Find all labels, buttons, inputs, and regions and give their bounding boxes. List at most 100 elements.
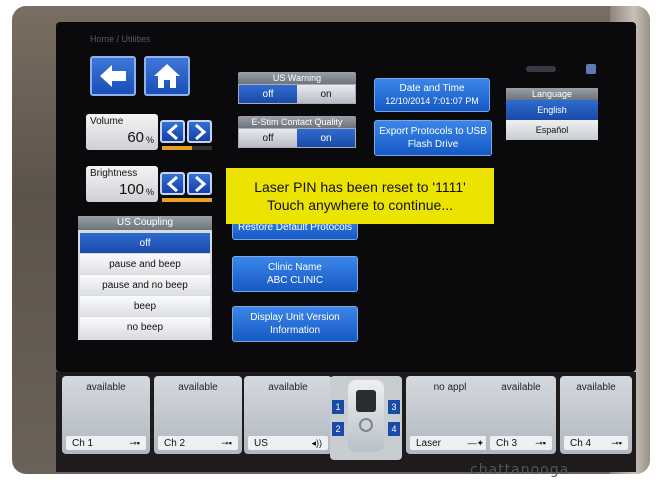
holder-button-1[interactable]: 1 bbox=[332, 400, 344, 414]
banner-line1: Laser PIN has been reset to '1111' bbox=[254, 179, 466, 195]
electrode-icon: ⊸▪ bbox=[535, 437, 546, 448]
home-button[interactable] bbox=[144, 56, 190, 96]
us-coupling-option[interactable]: off bbox=[80, 233, 210, 253]
channel-status: available bbox=[501, 382, 541, 393]
version-info-button[interactable]: Display Unit Version Information bbox=[232, 306, 358, 342]
channel-footer: Ch 2 ⊸▪ bbox=[158, 436, 238, 450]
channel-name: Laser bbox=[416, 437, 442, 449]
brightness-display: Brightness 100 % bbox=[86, 166, 158, 202]
channel-name: Ch 3 bbox=[496, 437, 518, 449]
volume-display: Volume 60 % bbox=[86, 114, 158, 150]
us-coupling-panel: US Coupling off pause and beep pause and n… bbox=[78, 216, 212, 340]
us-coupling-option[interactable]: pause and beep bbox=[80, 254, 210, 274]
back-button[interactable] bbox=[90, 56, 136, 96]
date-time-value: 12/10/2014 7:01:07 PM bbox=[385, 96, 479, 106]
language-option-english[interactable]: English bbox=[506, 100, 598, 120]
channel-name: Ch 2 bbox=[164, 437, 186, 449]
pin-reset-banner[interactable]: Laser PIN has been reset to '1111' Touch… bbox=[226, 168, 494, 224]
electrode-icon: ⊸▪ bbox=[221, 437, 232, 448]
us-warning-control: US Warning off on bbox=[238, 72, 356, 104]
wand-screen bbox=[356, 390, 376, 412]
volume-label: Volume bbox=[90, 116, 124, 127]
language-option-espanol[interactable]: Español bbox=[506, 120, 598, 140]
channel-tile-ch4[interactable]: available Ch 4 ⊸▪ bbox=[560, 376, 632, 454]
holder-button-4[interactable]: 4 bbox=[388, 422, 400, 436]
brightness-decrease-button[interactable] bbox=[160, 172, 185, 195]
holder-button-2[interactable]: 2 bbox=[332, 422, 344, 436]
estim-quality-toggle[interactable]: off on bbox=[238, 128, 356, 148]
back-arrow-icon bbox=[100, 65, 126, 87]
electrode-icon: ⊸▪ bbox=[611, 437, 622, 448]
export-line1: Export Protocols to USB bbox=[379, 126, 487, 137]
date-time-label: Date and Time bbox=[399, 83, 465, 94]
clinic-line2: ABC CLINIC bbox=[266, 275, 324, 286]
chevron-right-icon bbox=[194, 175, 206, 192]
channel-tile-laser[interactable]: no appl Laser —✦ bbox=[406, 376, 494, 454]
brightness-unit: % bbox=[145, 187, 154, 197]
language-panel: Language English Español bbox=[506, 88, 598, 140]
channel-status: available bbox=[268, 382, 308, 393]
brand-logo: chattanooga bbox=[470, 462, 570, 478]
volume-level-bar bbox=[162, 146, 212, 150]
holder-button-3[interactable]: 3 bbox=[388, 400, 400, 414]
volume-decrease-button[interactable] bbox=[160, 120, 185, 143]
channel-status: no appl bbox=[433, 382, 467, 393]
breadcrumb: Home / Utilities bbox=[90, 34, 151, 44]
channel-tile-ch2[interactable]: available Ch 2 ⊸▪ bbox=[154, 376, 242, 454]
estim-quality-off[interactable]: off bbox=[239, 129, 297, 147]
us-warning-off[interactable]: off bbox=[239, 85, 297, 103]
us-coupling-options: off pause and beep pause and no beep beep no… bbox=[78, 230, 212, 340]
brightness-level-fill bbox=[162, 198, 212, 202]
us-warning-toggle[interactable]: off on bbox=[238, 84, 356, 104]
us-coupling-option[interactable]: beep bbox=[80, 296, 210, 316]
channel-footer: US ◂)) bbox=[248, 436, 328, 450]
channel-status: available bbox=[576, 382, 616, 393]
version-line2: Information bbox=[269, 325, 321, 336]
estim-quality-control: E-Stim Contact Quality off on bbox=[238, 116, 356, 148]
channel-footer: Ch 1 ⊸▪ bbox=[66, 436, 146, 450]
ultrasound-icon: ◂)) bbox=[311, 437, 322, 448]
channel-footer: Ch 3 ⊸▪ bbox=[490, 436, 552, 450]
home-icon bbox=[154, 64, 180, 88]
brightness-level-bar bbox=[162, 198, 212, 202]
export-line2: Flash Drive bbox=[407, 139, 459, 150]
us-warning-title: US Warning bbox=[238, 72, 356, 84]
electrode-icon: ⊸▪ bbox=[129, 437, 140, 448]
brightness-increase-button[interactable] bbox=[187, 172, 212, 195]
us-warning-on[interactable]: on bbox=[297, 85, 355, 103]
channel-status: available bbox=[178, 382, 218, 393]
channel-status: available bbox=[86, 382, 126, 393]
volume-unit: % bbox=[145, 135, 154, 145]
estim-quality-title: E-Stim Contact Quality bbox=[238, 116, 356, 128]
channel-tile-us[interactable]: available US ◂)) bbox=[244, 376, 332, 454]
laser-icon: —✦ bbox=[467, 437, 484, 448]
us-coupling-option[interactable]: no beep bbox=[80, 317, 210, 337]
estim-quality-on[interactable]: on bbox=[297, 129, 355, 147]
status-dot-icon bbox=[586, 64, 596, 74]
version-line1: Display Unit Version bbox=[250, 312, 340, 323]
us-coupling-option[interactable]: pause and no beep bbox=[80, 275, 210, 295]
banner-line2: Touch anywhere to continue... bbox=[266, 197, 453, 213]
channel-name: Ch 1 bbox=[72, 437, 94, 449]
applicator-wand-icon bbox=[348, 380, 384, 452]
channel-name: US bbox=[254, 437, 268, 449]
chevron-left-icon bbox=[166, 175, 178, 192]
volume-increase-button[interactable] bbox=[187, 120, 212, 143]
clinic-name-button[interactable]: Clinic Name ABC CLINIC bbox=[232, 256, 358, 292]
channel-tile-ch3[interactable]: available Ch 3 ⊸▪ bbox=[486, 376, 556, 454]
brightness-label: Brightness bbox=[90, 168, 138, 179]
us-coupling-title: US Coupling bbox=[78, 216, 212, 230]
date-time-button[interactable]: Date and Time 12/10/2014 7:01:07 PM bbox=[374, 78, 490, 112]
channel-tile-ch1[interactable]: available Ch 1 ⊸▪ bbox=[62, 376, 150, 454]
volume-level-fill bbox=[162, 146, 192, 150]
volume-value: 60 bbox=[127, 129, 144, 146]
clinic-line1: Clinic Name bbox=[268, 262, 322, 273]
language-title: Language bbox=[506, 88, 598, 100]
wand-button bbox=[359, 418, 373, 432]
chevron-left-icon bbox=[166, 123, 178, 140]
touch-screen[interactable]: Home / Utilities Volume 60 % Brightness … bbox=[56, 22, 636, 372]
chevron-right-icon bbox=[194, 123, 206, 140]
channel-footer: Laser —✦ bbox=[410, 436, 490, 450]
brightness-value: 100 bbox=[118, 181, 144, 198]
export-protocols-button[interactable]: Export Protocols to USB Flash Drive bbox=[374, 120, 492, 156]
